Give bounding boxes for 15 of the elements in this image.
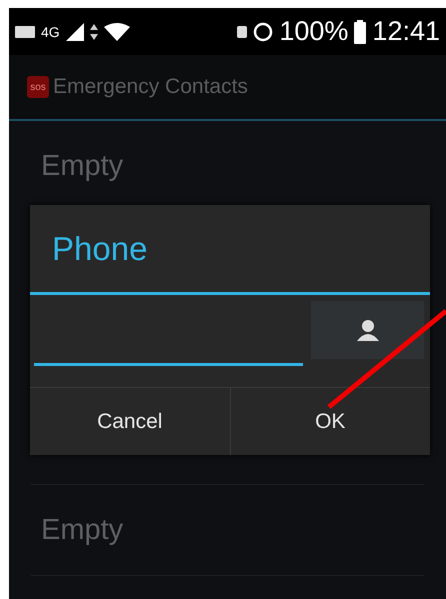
data-arrows-icon (90, 24, 98, 40)
dialog-button[interactable]: OK (230, 388, 430, 455)
battery-icon (354, 20, 366, 44)
clock-time: 12:41 (372, 16, 440, 47)
sim-card-icon (15, 26, 35, 38)
contact-picker-button[interactable] (311, 301, 424, 359)
app-title: Emergency Contacts (53, 75, 248, 99)
wifi-icon (104, 22, 130, 40)
network-type-label: 4G (41, 24, 60, 40)
app-logo: sos (27, 76, 49, 98)
battery-percentage: 100% (279, 16, 348, 47)
signal-icon (66, 22, 84, 40)
dialog-button[interactable]: Cancel (30, 388, 230, 455)
dialog-title: Phone (30, 205, 430, 295)
person-icon (356, 319, 378, 341)
